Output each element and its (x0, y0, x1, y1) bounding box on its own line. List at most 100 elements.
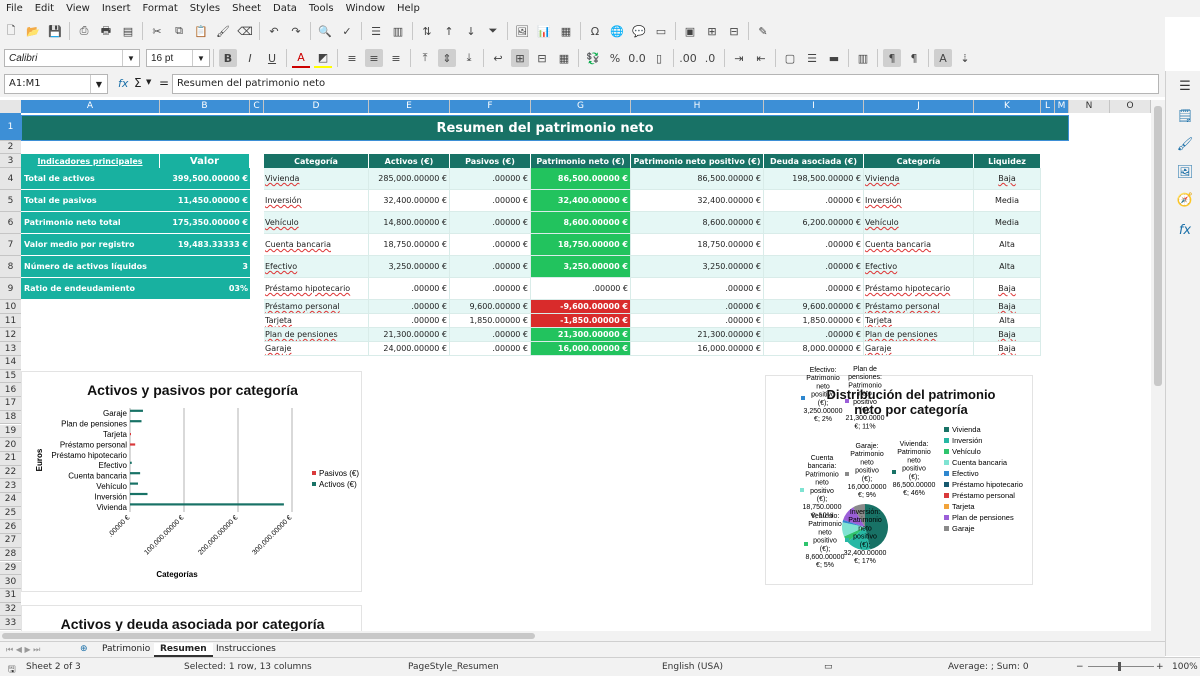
column-header-g[interactable]: G (531, 100, 631, 113)
row-header-3[interactable]: 3 (0, 154, 21, 168)
row-header-31[interactable]: 31 (0, 588, 21, 603)
table-cell[interactable]: Vehículo (264, 212, 369, 234)
number-format-icon[interactable]: 0.0 (628, 49, 646, 67)
bold-icon[interactable]: B (219, 49, 237, 67)
percent-format-icon[interactable]: % (606, 49, 624, 67)
kpi-label[interactable]: Patrimonio neto total (21, 212, 160, 234)
increase-indent-icon[interactable]: ⇥ (730, 49, 748, 67)
table-cell[interactable]: 1,850.00000 € (450, 314, 531, 328)
add-decimal-icon[interactable]: .00 (679, 49, 697, 67)
row-header-20[interactable]: 20 (0, 438, 21, 452)
table-cell[interactable]: Baja (974, 300, 1041, 314)
table-cell[interactable]: 18,750.00000 € (369, 234, 450, 256)
table-cell[interactable]: 16,000.00000 € (631, 342, 764, 356)
vertical-scrollbar[interactable] (1151, 100, 1165, 631)
table-cell[interactable]: Préstamo hipotecario (264, 278, 369, 300)
row-header-7[interactable]: 7 (0, 234, 21, 256)
table-cell[interactable]: Préstamo personal (264, 300, 369, 314)
menu-item-sheet[interactable]: Sheet (226, 3, 267, 14)
tab-resumen[interactable]: Resumen (154, 643, 213, 657)
align-center-icon[interactable]: ≡ (365, 49, 383, 67)
table-cell[interactable]: 32,400.00000 € (531, 190, 631, 212)
kpi-value[interactable]: 03% (160, 278, 250, 300)
row-header-26[interactable]: 26 (0, 520, 21, 535)
left-to-right-icon[interactable]: ¶ (883, 49, 901, 67)
table-cell[interactable]: .00000 € (764, 328, 864, 342)
table-cell[interactable]: 86,500.00000 € (631, 168, 764, 190)
borders-icon[interactable]: ▢ (781, 49, 799, 67)
table-cell[interactable]: .00000 € (450, 278, 531, 300)
styles-icon[interactable]: 🖌 (1176, 135, 1194, 153)
row-header-15[interactable]: 15 (0, 369, 21, 384)
table-cell[interactable]: Plan de pensiones (264, 328, 369, 342)
sort-ascending-icon[interactable]: ↑ (440, 22, 458, 40)
column-header-k[interactable]: K (974, 100, 1041, 113)
column-header-h[interactable]: H (631, 100, 764, 113)
kpi-header-value[interactable]: Valor (160, 154, 250, 168)
vertical-text-icon[interactable]: ⇣ (956, 49, 974, 67)
chevron-down-icon[interactable]: ▼ (146, 78, 151, 86)
kpi-value[interactable]: 175,350.00000 € (160, 212, 250, 234)
row-header-22[interactable]: 22 (0, 465, 21, 480)
row-header-8[interactable]: 8 (0, 256, 21, 278)
wrap-text-icon[interactable]: ↩ (489, 49, 507, 67)
table-cell[interactable]: Cuenta bancaria (264, 234, 369, 256)
table-cell[interactable]: 3,250.00000 € (531, 256, 631, 278)
find-replace-icon[interactable]: 🔍 (316, 22, 334, 40)
row-header-21[interactable]: 21 (0, 451, 21, 466)
font-size-box[interactable]: 16 pt ▼ (146, 49, 210, 67)
table-cell[interactable]: 14,800.00000 € (369, 212, 450, 234)
decrease-indent-icon[interactable]: ⇤ (752, 49, 770, 67)
table-header[interactable]: Activos (€) (369, 154, 450, 168)
table-header[interactable]: Categoría (864, 154, 974, 168)
row-header-9[interactable]: 9 (0, 278, 21, 300)
define-print-area-icon[interactable]: ▣ (681, 22, 699, 40)
zoom-out-icon[interactable]: − (1076, 662, 1084, 672)
table-cell[interactable]: .00000 € (764, 190, 864, 212)
table-cell[interactable]: Vivienda (864, 168, 974, 190)
chart-distribucion[interactable]: Vivienda Inversión Vehículo Cuenta bancaria… (765, 366, 1033, 585)
column-header-f[interactable]: F (450, 100, 531, 113)
table-cell[interactable]: Baja (974, 328, 1041, 342)
table-cell[interactable]: .00000 € (450, 342, 531, 356)
table-cell[interactable]: .00000 € (369, 278, 450, 300)
row-header-27[interactable]: 27 (0, 534, 21, 548)
table-cell[interactable]: .00000 € (450, 212, 531, 234)
column-header-o[interactable]: O (1110, 100, 1151, 113)
table-header[interactable]: Patrimonio neto positivo (€) (631, 154, 764, 168)
split-window-icon[interactable]: ⊟ (725, 22, 743, 40)
table-cell[interactable]: Préstamo personal (864, 300, 974, 314)
table-cell[interactable]: .00000 € (764, 278, 864, 300)
kpi-value[interactable]: 11,450.00000 € (160, 190, 250, 212)
kpi-label[interactable]: Total de activos (21, 168, 160, 190)
image-icon[interactable]: 🖼 (513, 22, 531, 40)
table-cell[interactable]: Vehículo (864, 212, 974, 234)
menu-item-tools[interactable]: Tools (303, 3, 340, 14)
table-cell[interactable]: Efectivo (264, 256, 369, 278)
date-format-icon[interactable]: ▯ (650, 49, 668, 67)
kpi-label[interactable]: Ratio de endeudamiento (21, 278, 160, 300)
column-header-a[interactable]: A (21, 100, 160, 113)
table-cell[interactable]: Baja (974, 278, 1041, 300)
zoom-in-icon[interactable]: + (1156, 662, 1164, 672)
hamburger-menu-icon[interactable]: ☰ (1176, 77, 1194, 95)
column-header-j[interactable]: J (864, 100, 974, 113)
table-header[interactable]: Deuda asociada (€) (764, 154, 864, 168)
header-footer-icon[interactable]: ▭ (652, 22, 670, 40)
table-cell[interactable]: 24,000.00000 € (369, 342, 450, 356)
table-cell[interactable]: Alta (974, 314, 1041, 328)
table-cell[interactable]: 21,300.00000 € (369, 328, 450, 342)
tab-instrucciones[interactable]: Instrucciones (210, 643, 282, 655)
table-cell[interactable]: Inversión (864, 190, 974, 212)
table-cell[interactable]: 8,000.00000 € (764, 342, 864, 356)
table-header[interactable]: Liquidez (974, 154, 1041, 168)
formula-input[interactable]: Resumen del patrimonio neto (172, 74, 1159, 94)
table-header[interactable]: Patrimonio neto (€) (531, 154, 631, 168)
kpi-label[interactable]: Valor medio por registro (21, 234, 160, 256)
row-header-28[interactable]: 28 (0, 547, 21, 562)
column-icon[interactable]: ▥ (389, 22, 407, 40)
selection-mode-icon[interactable]: ▭ (824, 662, 833, 672)
save-icon[interactable]: 💾 (46, 22, 64, 40)
align-right-icon[interactable]: ≡ (387, 49, 405, 67)
table-cell[interactable]: 3,250.00000 € (631, 256, 764, 278)
